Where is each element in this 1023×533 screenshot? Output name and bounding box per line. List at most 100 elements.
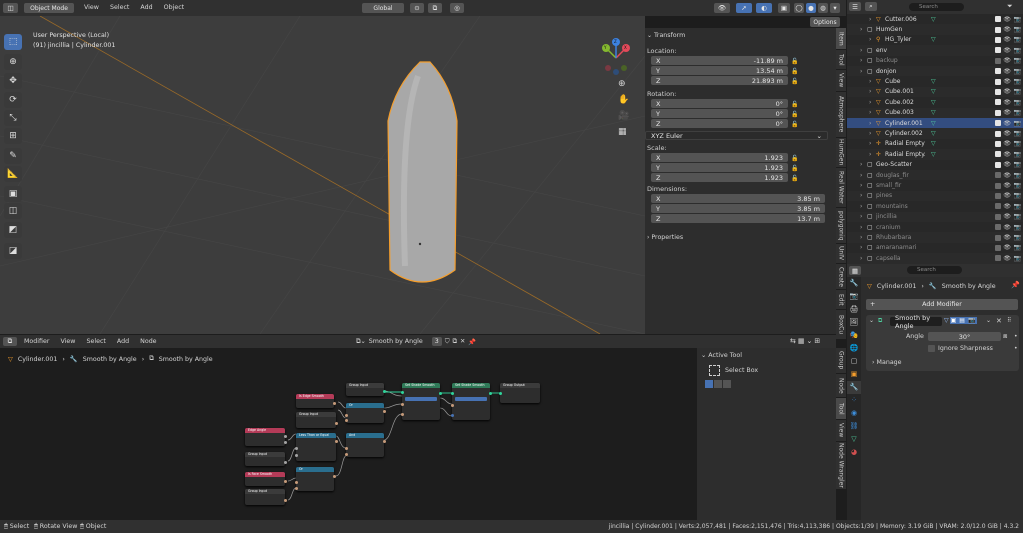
visibility-icon[interactable]: 👁 xyxy=(1003,151,1011,158)
expand-arrow-icon[interactable]: › xyxy=(869,120,876,127)
visibility-icon[interactable]: 👁 xyxy=(1003,36,1011,43)
zoom-icon[interactable]: ⊕ xyxy=(618,79,626,89)
shading-options-icon[interactable]: ▾ xyxy=(830,3,840,13)
checkbox-icon[interactable] xyxy=(995,151,1001,158)
modifier-drag-handle-icon[interactable]: ⠿ xyxy=(1007,317,1011,324)
active-tool-header[interactable]: ⌄ Active Tool xyxy=(701,352,742,359)
tab-tool[interactable]: Tool xyxy=(836,50,846,70)
outliner-row[interactable]: › ▢ Geo-Scatter 👁 📷 xyxy=(847,160,1023,170)
annotate-tool-icon[interactable]: ✎ xyxy=(4,148,22,164)
tab-polygoniq[interactable]: polygoniq xyxy=(836,208,846,244)
checkbox-icon[interactable] xyxy=(995,161,1001,168)
tab-humgen[interactable]: HumGen xyxy=(836,138,846,168)
outliner-row[interactable]: › ▢ env 👁 📷 xyxy=(847,45,1023,56)
overlay-toggle-icon[interactable]: ◐ xyxy=(756,3,772,13)
node-group-selector[interactable]: ⧉⌄ Smooth by Angle 3 ⛉ ⧉ ✕ 📌 xyxy=(356,337,476,346)
checkbox-icon[interactable] xyxy=(995,203,1001,210)
add-modifier-button[interactable]: + Add Modifier xyxy=(866,299,1018,310)
boxcutter-tool-icon[interactable]: ◩ xyxy=(4,222,22,238)
collection-tab-icon[interactable]: ▢ xyxy=(847,355,861,368)
tab-edit[interactable]: Edit xyxy=(836,290,846,310)
expand-arrow-icon[interactable]: › xyxy=(860,224,867,231)
select-subtract-icon[interactable] xyxy=(723,380,731,388)
render-camera-icon[interactable]: 📷 xyxy=(1014,88,1021,95)
checkbox-icon[interactable] xyxy=(995,172,1001,179)
properties-editor-icon[interactable]: ▦ xyxy=(849,266,861,275)
checkbox-icon[interactable] xyxy=(995,130,1001,137)
rotation-z-field[interactable]: Z 0° xyxy=(651,119,788,128)
node-and[interactable]: And xyxy=(344,433,386,457)
select-mode-icons[interactable] xyxy=(705,380,731,388)
outliner-row[interactable]: › ▽ Cube.002 ▽ 👁 📷 xyxy=(847,97,1023,107)
checkbox-icon[interactable] xyxy=(995,47,1001,54)
visibility-icon[interactable]: 👁 xyxy=(1003,16,1011,23)
expand-arrow-icon[interactable]: › xyxy=(860,172,867,179)
render-camera-icon[interactable]: 📷 xyxy=(1014,234,1021,241)
dimension-y-field[interactable]: Y 3.85 m xyxy=(651,204,825,213)
expand-arrow-icon[interactable]: › xyxy=(869,140,876,147)
outliner-row[interactable]: › ▢ capsella 👁 📷 xyxy=(847,253,1023,264)
pin-icon[interactable]: 📌 xyxy=(468,338,476,346)
node-editor-type-icon[interactable]: ⧉ xyxy=(3,337,17,346)
render-camera-icon[interactable]: 📷 xyxy=(1014,140,1021,147)
visibility-icon[interactable]: 👁 xyxy=(1003,255,1011,262)
orientation-dropdown[interactable]: Global xyxy=(362,3,404,13)
shading-rendered-icon[interactable]: ◍ xyxy=(818,3,828,13)
constraints-tab-icon[interactable]: ⛓ xyxy=(847,420,861,433)
world-tab-icon[interactable]: 🌐 xyxy=(847,342,861,355)
checkbox-icon[interactable] xyxy=(995,244,1001,251)
scale-x-field[interactable]: X 1.923 xyxy=(651,153,788,162)
node-is-edge-smooth[interactable]: Is Edge Smooth xyxy=(296,394,336,408)
modifier-name-field[interactable]: Smooth by Angle xyxy=(890,314,942,330)
add-cube-tool-icon[interactable]: ▣ xyxy=(4,186,22,202)
view-layer-tab-icon[interactable]: 🖼 xyxy=(847,316,861,329)
outliner-editor-icon[interactable]: ☰ xyxy=(849,2,861,11)
expand-arrow-icon[interactable]: › xyxy=(869,16,876,23)
tab-create[interactable]: Create xyxy=(836,264,846,290)
tab-node-view[interactable]: View xyxy=(836,420,846,442)
checkbox-icon[interactable] xyxy=(995,182,1001,189)
checkbox-icon[interactable] xyxy=(995,255,1001,262)
hardops-tool-icon[interactable]: ◪ xyxy=(4,243,22,259)
render-camera-icon[interactable]: 📷 xyxy=(1014,68,1021,75)
expand-arrow-icon[interactable]: › xyxy=(869,130,876,137)
checkbox-icon[interactable] xyxy=(995,26,1001,33)
render-camera-icon[interactable]: 📷 xyxy=(1014,109,1021,116)
select-box-tool-icon[interactable]: ⬚ xyxy=(4,34,22,50)
pan-hand-icon[interactable]: ✋ xyxy=(618,95,629,105)
outliner-row[interactable]: › ▽ Cylinder.001 ▽ 👁 📷 xyxy=(847,118,1023,129)
render-camera-icon[interactable]: 📷 xyxy=(1014,47,1021,54)
viewport-3d[interactable]: User Perspective (Local) (91) jincillia … xyxy=(0,16,645,334)
checkbox-icon[interactable] xyxy=(995,57,1001,64)
gizmo-toggle-icon[interactable]: ➚ xyxy=(736,3,752,13)
tab-item[interactable]: Item xyxy=(836,28,846,50)
expand-arrow-icon[interactable]: › xyxy=(860,192,867,199)
menu-add[interactable]: Add xyxy=(117,338,129,345)
outliner-row[interactable]: › ▽ Cube.003 ▽ 👁 📷 xyxy=(847,107,1023,118)
data-tab-icon[interactable]: ▽ xyxy=(847,433,861,446)
render-camera-icon[interactable]: 📷 xyxy=(1014,172,1021,179)
node-group-input-bottom[interactable]: Group Input xyxy=(245,489,287,505)
checkbox-icon[interactable] xyxy=(995,99,1001,106)
outliner-row[interactable]: › ▢ donjon 👁 📷 xyxy=(847,66,1023,77)
object-tab-icon[interactable]: ▣ xyxy=(847,368,861,381)
tab-boxcutter[interactable]: BoxCu xyxy=(836,310,846,340)
rotation-mode-dropdown[interactable]: XYZ Euler ⌄ xyxy=(645,131,828,140)
node-set-shade-smooth-1[interactable]: Set Shade Smooth xyxy=(400,383,442,420)
outliner-row[interactable]: › ▢ mountains 👁 📷 xyxy=(847,201,1023,211)
select-new-icon[interactable] xyxy=(705,380,713,388)
fake-user-icon[interactable]: ⛉ xyxy=(445,338,450,346)
checkbox-icon[interactable] xyxy=(995,109,1001,116)
tool-tab-icon[interactable]: 🔧 xyxy=(847,277,861,290)
expand-arrow-icon[interactable]: › xyxy=(860,203,867,210)
outliner-row[interactable]: › ▢ HumGen 👁 📷 xyxy=(847,24,1023,35)
render-camera-icon[interactable]: 📷 xyxy=(1014,203,1021,210)
visibility-icon[interactable]: 👁 xyxy=(1003,130,1011,137)
scale-z-field[interactable]: Z 1.923 xyxy=(651,173,788,182)
visibility-icon[interactable]: 👁 xyxy=(1003,203,1011,210)
modifier-close-icon[interactable]: ✕ xyxy=(996,317,1002,325)
rotate-tool-icon[interactable]: ⟳ xyxy=(4,92,22,108)
expand-arrow-icon[interactable]: › xyxy=(860,255,867,262)
render-camera-icon[interactable]: 📷 xyxy=(1014,182,1021,189)
outliner-row[interactable]: › ✛ Radial Empty ▽ 👁 📷 xyxy=(847,139,1023,149)
